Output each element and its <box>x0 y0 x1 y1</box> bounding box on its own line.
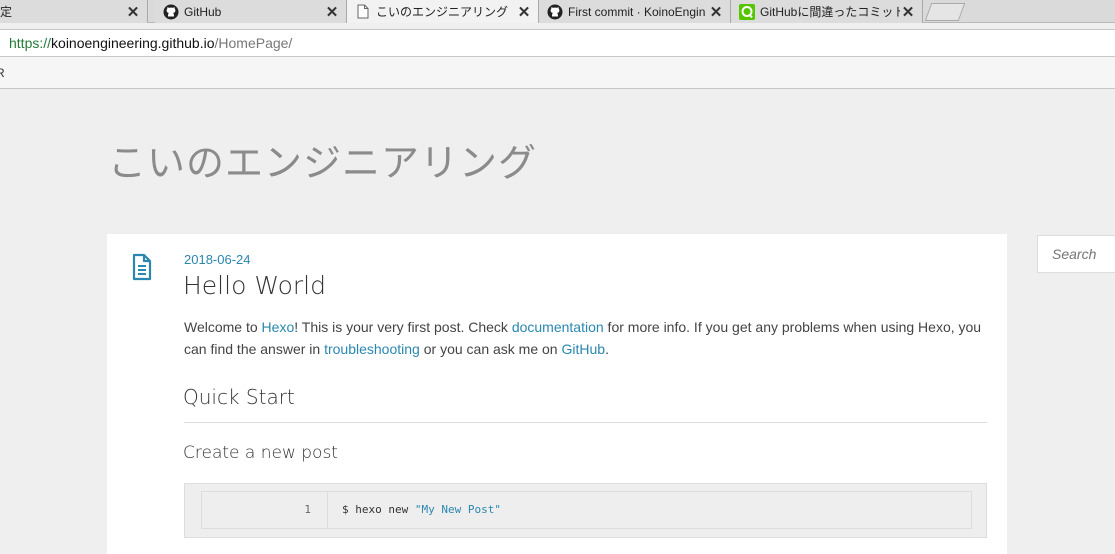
github-icon <box>163 4 179 20</box>
tab-title: GitHub <box>184 4 222 19</box>
qiita-icon <box>739 3 755 20</box>
bookmark-item[interactable]: R <box>0 66 5 80</box>
code-table: 1 $ hexo new "My New Post" <box>201 491 972 529</box>
new-tab-button[interactable] <box>924 3 966 21</box>
code-line[interactable]: $ hexo new "My New Post" <box>328 492 501 528</box>
page-icon <box>355 4 371 20</box>
tab-title: First commit · KoinoEngin <box>568 4 706 19</box>
post-card: 2018-06-24 Hello World Welcome to Hexo! … <box>107 234 1007 554</box>
line-number: 1 <box>202 492 328 528</box>
tab-first-commit[interactable]: First commit · KoinoEngin ✕ <box>539 0 731 23</box>
divider <box>184 422 987 423</box>
troubleshooting-link[interactable]: troubleshooting <box>324 341 420 357</box>
close-icon[interactable]: ✕ <box>900 3 916 21</box>
tab-github[interactable]: GitHub ✕ <box>155 0 347 23</box>
intro-text: or you can ask me on <box>419 341 562 357</box>
github-link[interactable]: GitHub <box>561 341 605 357</box>
documentation-link[interactable]: documentation <box>512 319 604 335</box>
url-host: koinoengineering.github.io <box>51 35 215 51</box>
close-icon[interactable]: ✕ <box>516 3 532 21</box>
search-input[interactable] <box>1037 235 1115 273</box>
tab-0[interactable]: 定 ✕ <box>0 0 148 23</box>
post-intro: Welcome to Hexo! This is your very first… <box>184 316 992 360</box>
code-command: $ hexo new <box>342 503 415 516</box>
url-scheme: https:// <box>9 35 52 51</box>
tab-koino-active[interactable]: こいのエンジニアリング ✕ <box>347 0 539 23</box>
tab-title: 定 <box>0 5 13 19</box>
code-block: 1 $ hexo new "My New Post" <box>184 483 987 538</box>
intro-text: Welcome to <box>184 319 262 335</box>
browser-tabstrip: 定 ✕ GitHub ✕ こいのエンジニアリング ✕ First commit … <box>0 0 1115 23</box>
post-date[interactable]: 2018-06-24 <box>184 252 251 267</box>
post-title[interactable]: Hello World <box>183 271 326 300</box>
close-icon[interactable]: ✕ <box>125 3 141 21</box>
site-title[interactable]: こいのエンジニアリング <box>108 132 537 187</box>
address-bar[interactable]: https://koinoengineering.github.io/HomeP… <box>0 29 1115 57</box>
url-path: /HomePage/ <box>214 35 293 51</box>
tab-title: こいのエンジニアリング <box>376 5 509 19</box>
intro-text: . <box>605 341 609 357</box>
hexo-link[interactable]: Hexo <box>262 319 295 335</box>
bookmarks-bar: R <box>0 57 1115 89</box>
tab-title: GitHubに間違ったコミットを <box>760 5 900 19</box>
tab-qiita[interactable]: GitHubに間違ったコミットを ✕ <box>731 0 923 23</box>
github-icon <box>547 4 563 20</box>
code-string: "My New Post" <box>414 503 501 516</box>
close-icon[interactable]: ✕ <box>708 3 724 21</box>
subsection-heading: Create a new post <box>183 443 338 463</box>
document-icon <box>131 253 153 281</box>
section-heading: Quick Start <box>183 385 295 409</box>
intro-text: ! This is your very first post. Check <box>294 319 512 335</box>
close-icon[interactable]: ✕ <box>324 3 340 21</box>
